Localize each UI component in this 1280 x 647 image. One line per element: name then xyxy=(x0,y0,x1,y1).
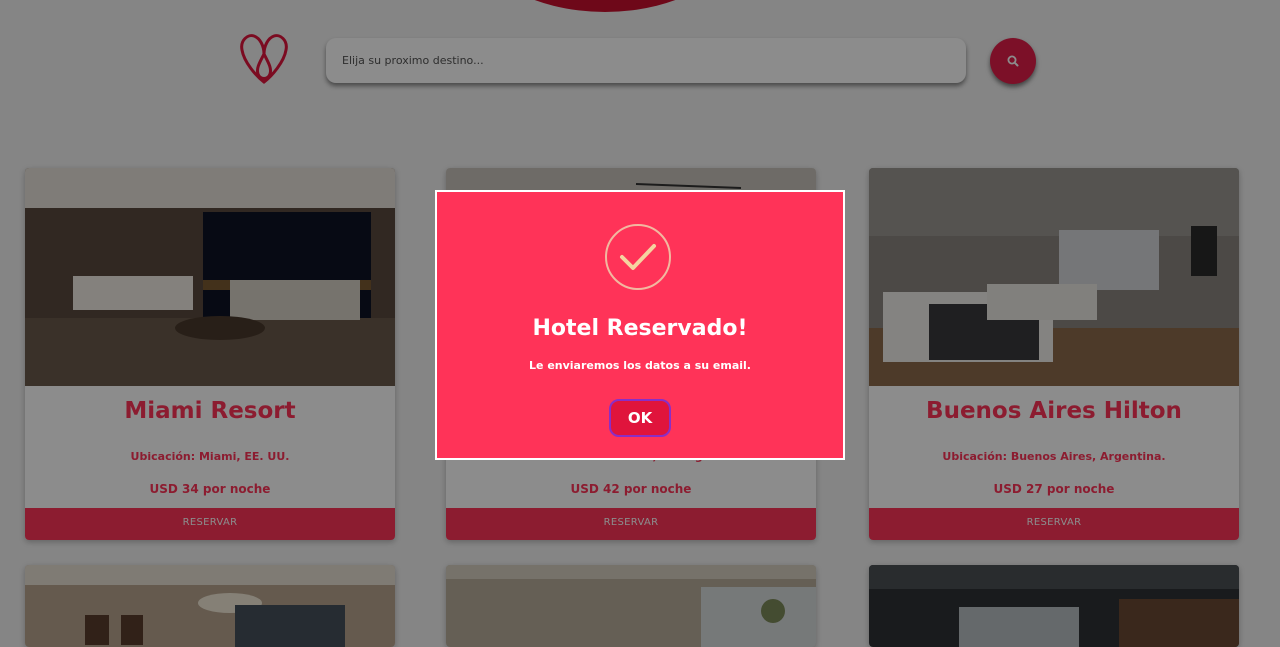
checkmark-icon xyxy=(605,224,671,290)
modal-message: Le enviaremos los datos a su email. xyxy=(529,359,751,372)
modal-title: Hotel Reservado! xyxy=(532,316,748,341)
ok-button[interactable]: OK xyxy=(609,399,671,437)
page: Miami Resort Ubicación: Miami, EE. UU. U… xyxy=(0,0,1280,647)
success-modal: Hotel Reservado! Le enviaremos los datos… xyxy=(435,190,845,460)
